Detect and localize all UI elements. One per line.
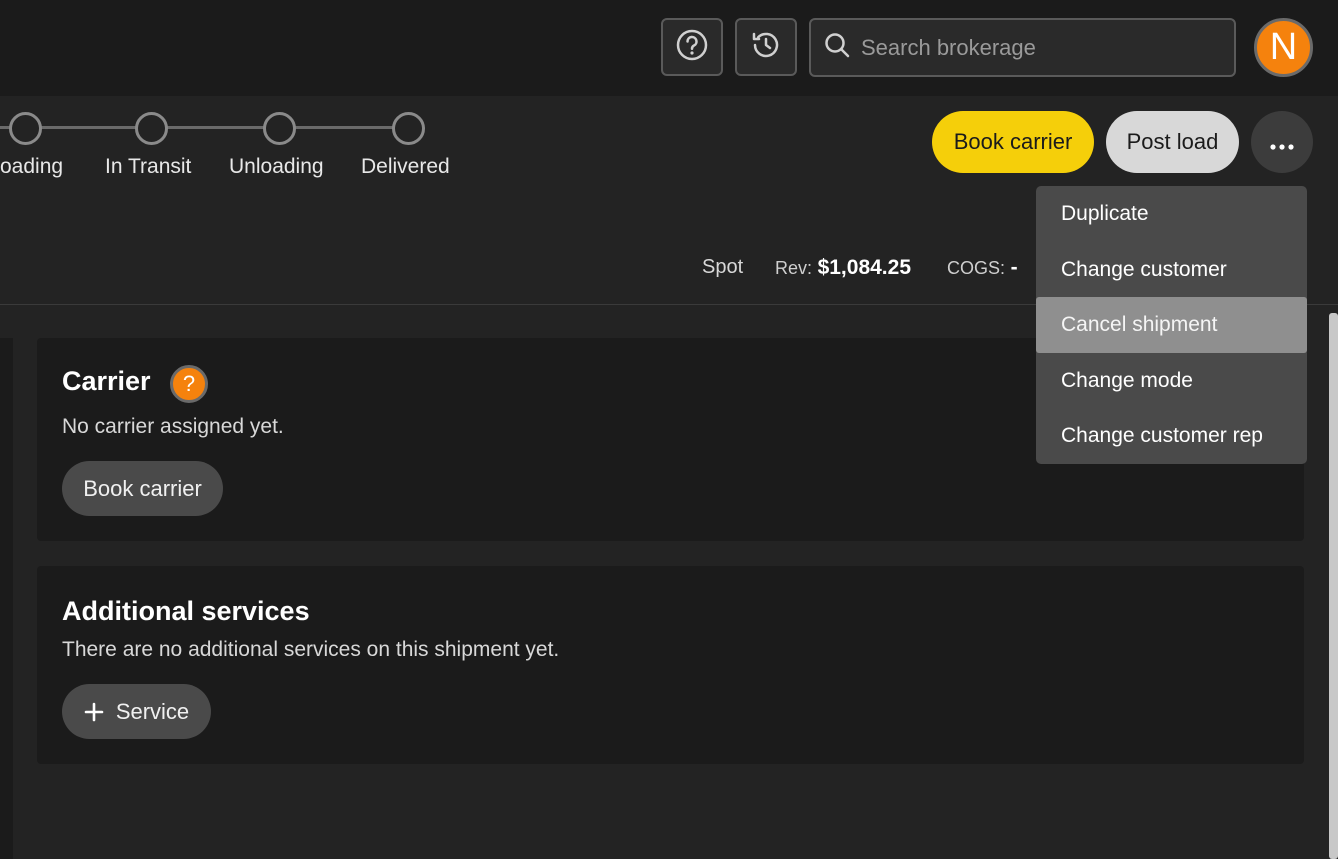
add-service-button[interactable]: Service	[62, 684, 211, 739]
step-label-loading: oading	[0, 155, 64, 178]
scrollbar[interactable]	[1329, 313, 1338, 859]
step-label-unloading: Unloading	[229, 155, 324, 178]
left-panel	[0, 338, 13, 859]
step-dot-unloading	[263, 112, 296, 145]
step-dot-delivered	[392, 112, 425, 145]
menu-item-change-customer[interactable]: Change customer	[1036, 242, 1307, 298]
services-title: Additional services	[62, 596, 310, 626]
top-bar: N	[0, 0, 1338, 96]
services-message: There are no additional services on this…	[62, 638, 560, 661]
ellipsis-icon	[1269, 127, 1295, 158]
cogs-label: COGS:	[947, 258, 1006, 278]
post-load-button[interactable]: Post load	[1106, 111, 1239, 173]
cogs-value: -	[1010, 256, 1018, 279]
book-carrier-card-button[interactable]: Book carrier	[62, 461, 223, 516]
menu-item-change-customer-rep[interactable]: Change customer rep	[1036, 408, 1307, 464]
revenue-label: Rev:	[775, 258, 813, 278]
revenue-value: $1,084.25	[817, 256, 912, 279]
carrier-title: Carrier	[62, 366, 151, 396]
search-icon	[823, 31, 851, 64]
search-input[interactable]	[861, 34, 1201, 61]
book-carrier-button[interactable]: Book carrier	[932, 111, 1094, 173]
step-label-in-transit: In Transit	[105, 155, 192, 178]
carrier-help-icon[interactable]: ?	[170, 365, 208, 403]
help-button[interactable]	[661, 18, 723, 76]
avatar[interactable]: N	[1254, 18, 1313, 77]
services-card: Additional services There are no additio…	[37, 566, 1304, 764]
history-icon	[749, 28, 783, 67]
question-circle-icon	[675, 28, 709, 67]
step-label-delivered: Delivered	[361, 155, 450, 178]
shipment-type: Spot	[702, 256, 744, 278]
menu-item-change-mode[interactable]: Change mode	[1036, 353, 1307, 409]
plus-icon	[84, 702, 104, 722]
search-box[interactable]	[809, 18, 1236, 77]
step-dot-in-transit	[135, 112, 168, 145]
carrier-message: No carrier assigned yet.	[62, 415, 284, 438]
menu-item-duplicate[interactable]: Duplicate	[1036, 186, 1307, 242]
history-button[interactable]	[735, 18, 797, 76]
stepper-line	[0, 126, 420, 129]
add-service-label: Service	[115, 698, 190, 724]
menu-item-cancel-shipment[interactable]: Cancel shipment	[1036, 297, 1307, 353]
step-dot-loading	[9, 112, 42, 145]
more-options-menu: Duplicate Change customer Cancel shipmen…	[1036, 186, 1307, 464]
cogs: COGS: -	[947, 256, 1018, 280]
revenue: Rev: $1,084.25	[775, 256, 911, 280]
more-options-button[interactable]	[1251, 111, 1313, 173]
